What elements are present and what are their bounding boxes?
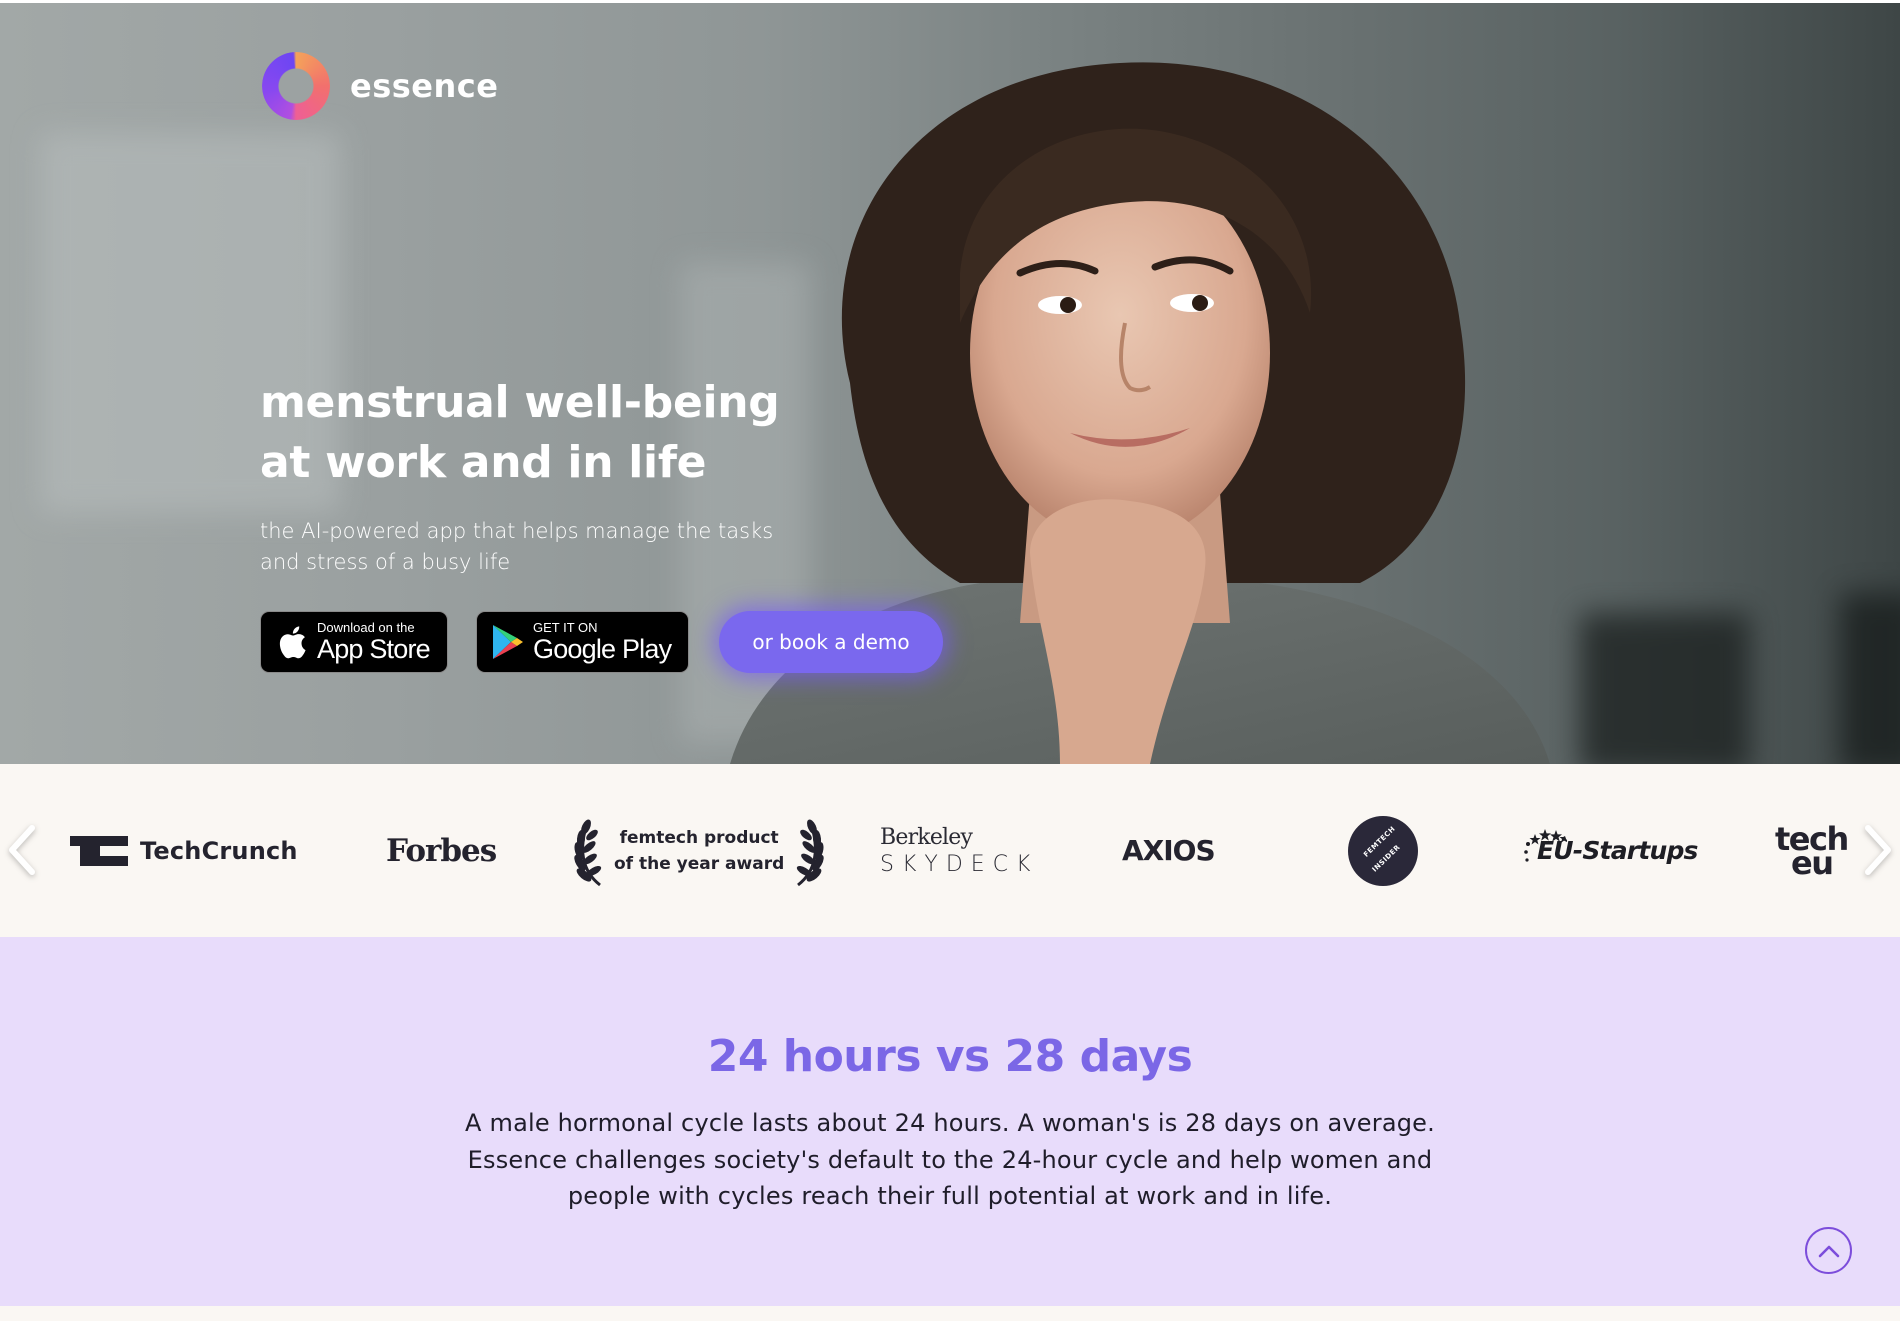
google-play-icon (491, 622, 525, 662)
techeu-line: eu (1791, 843, 1834, 882)
press-logo-axios[interactable]: AXIOS (1122, 764, 1216, 937)
techcrunch-mark-icon (70, 835, 128, 866)
google-play-button[interactable]: GET IT ON Google Play (476, 611, 689, 673)
chevron-left-icon (9, 825, 35, 875)
cycle-info-section: 24 hours vs 28 days A male hormonal cycl… (0, 937, 1900, 1306)
google-play-label: GET IT ON Google Play (533, 620, 672, 664)
brand-logo[interactable]: essence (262, 52, 498, 120)
skydeck-text: SKYDECK (880, 851, 1039, 877)
background-window-shape (1840, 593, 1900, 764)
techcrunch-wordmark: TechCrunch (140, 836, 298, 865)
ring-gradient-logo-icon (262, 52, 330, 120)
book-demo-button[interactable]: or book a demo (719, 611, 943, 673)
brand-name: essence (350, 67, 499, 105)
app-store-big-text: App Store (317, 634, 431, 664)
award-line: of the year award (614, 853, 785, 874)
stars-arc-icon (1524, 829, 1567, 862)
page-bottom-edge (0, 1306, 1900, 1321)
subtitle-line: the AI-powered app that helps manage the… (260, 519, 774, 543)
background-window-shape (1580, 613, 1750, 764)
hero-headline: menstrual well-being at work and in life (260, 373, 780, 493)
carousel-next-button[interactable] (1858, 822, 1898, 878)
scroll-to-top-button[interactable] (1805, 1227, 1852, 1274)
headline-line: at work and in life (260, 437, 707, 488)
hero-subtitle: the AI-powered app that helps manage the… (260, 516, 773, 578)
app-store-small-text: Download on the (317, 620, 415, 635)
subtitle-line: and stress of a busy life (260, 550, 511, 574)
section-title: 24 hours vs 28 days (707, 1031, 1193, 1082)
app-store-label: Download on the App Store (317, 620, 431, 664)
app-store-button[interactable]: Download on the App Store (260, 611, 448, 673)
press-logo-carousel: TechCrunch Forbes femtech product of the… (0, 764, 1900, 937)
press-logo-forbes[interactable]: Forbes (386, 764, 497, 937)
award-text: femtech product of the year award (614, 825, 784, 877)
section-body: A male hormonal cycle lasts about 24 hou… (465, 1109, 1435, 1210)
chevron-right-icon (1865, 825, 1891, 875)
berkeley-text: Berkeley (880, 824, 973, 850)
press-logo-techcrunch[interactable]: TechCrunch (70, 764, 298, 937)
laurel-left-icon (574, 819, 602, 886)
press-logo-femtech-insider[interactable]: FEMTECH INSIDER (1348, 764, 1418, 937)
hero-section: essence menstrual well-being at work and… (0, 3, 1900, 764)
google-play-big-text: Google Play (533, 634, 672, 664)
headline-line: menstrual well-being (260, 377, 780, 428)
award-line: femtech product (619, 827, 779, 848)
laurel-right-icon (797, 819, 824, 886)
press-logo-eu-startups[interactable]: EU-Startups (1524, 764, 1698, 937)
google-play-small-text: GET IT ON (533, 620, 598, 635)
press-logo-femtech-award[interactable]: femtech product of the year award (574, 764, 824, 937)
press-logo-berkeley-skydeck[interactable]: Berkeley SKYDECK (880, 764, 1038, 937)
press-logo-tech-eu[interactable]: tech eu (1775, 764, 1849, 937)
femtech-insider-badge: FEMTECH INSIDER (1348, 815, 1418, 886)
apple-icon (275, 622, 309, 662)
carousel-prev-button[interactable] (2, 822, 42, 878)
chevron-up-icon (1818, 1245, 1839, 1257)
